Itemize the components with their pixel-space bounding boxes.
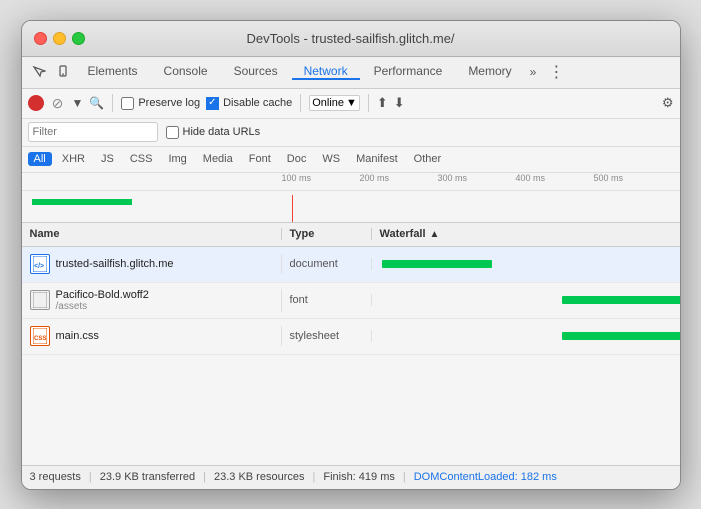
svg-text:</>: </> [34,263,44,270]
waterfall-bar [382,260,492,268]
row-name-cell: Pacifico-Bold.woff2 /assets [22,289,282,312]
tick-400: 400 ms [516,173,594,183]
col-header-type: Type [282,228,372,240]
network-settings-icon[interactable]: ⚙ [662,95,674,111]
tab-console[interactable]: Console [152,64,220,80]
status-bar: 3 requests | 23.9 KB transferred | 23.3 … [22,465,680,489]
waterfall-bar [562,332,680,340]
titlebar: DevTools - trusted-sailfish.glitch.me/ [22,21,680,57]
throttle-select[interactable]: Online ▼ [309,95,360,111]
tick-500: 500 ms [594,173,672,183]
hide-data-urls-label[interactable]: Hide data URLs [166,126,261,139]
import-har-button[interactable]: ⬆ [377,95,388,111]
stop-button[interactable]: ⊘ [50,95,66,111]
tab-sources[interactable]: Sources [222,64,290,80]
tick-200: 200 ms [360,173,438,183]
minimize-button[interactable] [53,32,66,45]
resources-size: 23.3 KB resources [214,471,305,483]
window-title: DevTools - trusted-sailfish.glitch.me/ [246,31,454,46]
filter-manifest[interactable]: Manifest [350,152,404,166]
filter-js[interactable]: JS [95,152,120,166]
tab-memory[interactable]: Memory [456,64,523,80]
table-row[interactable]: Pacifico-Bold.woff2 /assets font [22,283,680,319]
more-tabs-button[interactable]: » [526,65,541,79]
tick-300: 300 ms [438,173,516,183]
hide-data-urls-checkbox[interactable] [166,126,179,139]
cursor-icon[interactable] [28,61,50,83]
devtools-window: DevTools - trusted-sailfish.glitch.me/ E… [21,20,681,490]
filter-ws[interactable]: WS [316,152,346,166]
finish-time: Finish: 419 ms [323,471,395,483]
filter-css[interactable]: CSS [124,152,159,166]
row-filename: main.css [56,330,99,342]
row-filename: trusted-sailfish.glitch.me [56,258,174,270]
row-file-sub: /assets [56,301,149,312]
maximize-button[interactable] [72,32,85,45]
export-har-button[interactable]: ⬇ [394,95,405,111]
preserve-log-checkbox[interactable] [121,97,134,110]
col-header-name: Name [22,228,282,240]
waterfall-bar [562,296,680,304]
waterfall-ruler: 100 ms 200 ms 300 ms 400 ms 500 ms [22,173,680,191]
filter-icon[interactable]: ▼ [72,96,84,110]
network-toolbar: ⊘ ▼ 🔍 Preserve log Disable cache Online … [22,89,680,119]
table-body: </> trusted-sailfish.glitch.me document … [22,247,680,465]
col-header-waterfall: Waterfall ▲ [372,228,680,240]
filter-media[interactable]: Media [197,152,239,166]
filter-bar: Hide data URLs [22,119,680,147]
filter-all[interactable]: All [28,152,52,166]
filter-doc[interactable]: Doc [281,152,313,166]
preview-bar-document [32,199,132,205]
tab-elements[interactable]: Elements [76,64,150,80]
waterfall-header-area: 100 ms 200 ms 300 ms 400 ms 500 ms [22,173,680,223]
table-row[interactable]: CSS main.css stylesheet [22,319,680,355]
html-file-icon: </> [30,254,50,274]
domcontent-loaded[interactable]: DOMContentLoaded: 182 ms [414,471,557,483]
preview-redline [292,195,294,223]
filter-other[interactable]: Other [408,152,448,166]
kebab-menu-button[interactable]: ⋮ [544,62,568,82]
row-type-cell: font [282,294,372,306]
row-filename: Pacifico-Bold.woff2 [56,289,149,301]
transferred-size: 23.9 KB transferred [100,471,195,483]
font-file-icon [30,290,50,310]
row-name-cell: CSS main.css [22,326,282,346]
row-type-cell: stylesheet [282,330,372,342]
tab-performance[interactable]: Performance [362,64,455,80]
tab-network[interactable]: Network [292,64,360,80]
table-header: Name Type Waterfall ▲ [22,223,680,247]
table-row[interactable]: </> trusted-sailfish.glitch.me document [22,247,680,283]
search-icon[interactable]: 🔍 [89,96,104,110]
tick-100: 100 ms [282,173,360,183]
type-filter-bar: All XHR JS CSS Img Media Font Doc WS Man… [22,147,680,173]
divider2 [300,94,301,112]
sort-arrow-icon: ▲ [430,229,440,240]
svg-text:CSS: CSS [34,336,46,342]
mobile-icon[interactable] [52,61,74,83]
record-button[interactable] [28,95,44,111]
row-name-cell: </> trusted-sailfish.glitch.me [22,254,282,274]
disable-cache-checkbox[interactable] [206,97,219,110]
disable-cache-label[interactable]: Disable cache [206,97,292,110]
filter-xhr[interactable]: XHR [56,152,91,166]
row-waterfall-cell [372,318,680,354]
filter-input[interactable] [28,122,158,142]
row-waterfall-cell [372,247,680,283]
waterfall-preview [22,191,680,223]
divider [112,94,113,112]
filter-img[interactable]: Img [162,152,192,166]
close-button[interactable] [34,32,47,45]
row-type-cell: document [282,258,372,270]
devtools-toolbar: Elements Console Sources Network Perform… [22,57,680,89]
preserve-log-label[interactable]: Preserve log [121,97,200,110]
requests-count: 3 requests [30,471,81,483]
css-file-icon: CSS [30,326,50,346]
divider3 [368,94,369,112]
traffic-lights [34,32,85,45]
filter-font[interactable]: Font [243,152,277,166]
row-waterfall-cell [372,282,680,318]
